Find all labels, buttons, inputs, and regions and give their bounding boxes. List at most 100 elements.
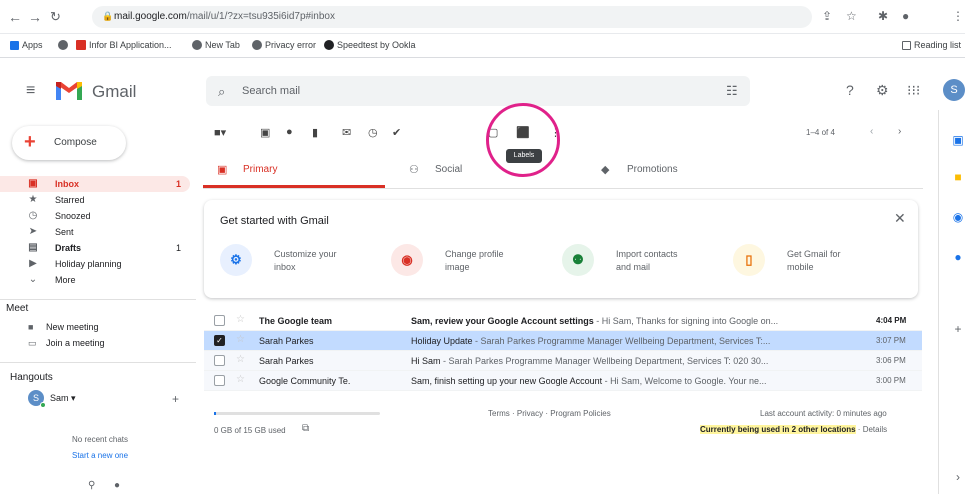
row-checkbox[interactable] — [214, 355, 225, 366]
tab-social[interactable]: ⚇ Social — [395, 156, 577, 188]
avatar[interactable]: S — [943, 79, 965, 101]
meet-header: Meet — [6, 303, 29, 314]
forward-icon[interactable]: → — [28, 9, 42, 25]
external-link-icon[interactable]: ⧉ — [302, 423, 309, 434]
expand-panel-icon[interactable]: › — [951, 470, 965, 484]
email-subject: Sam, finish setting up your new Google A… — [411, 376, 603, 386]
email-subject: Holiday Update — [411, 336, 473, 346]
getting-started-card: Get started with Gmail ✕ ⚙ Customize you… — [204, 200, 918, 298]
profile-icon[interactable]: ● — [902, 9, 909, 23]
row-checkbox[interactable] — [214, 375, 225, 386]
email-preview: - Hi Sam, Thanks for signing into Google… — [593, 316, 779, 326]
join-meeting-link[interactable]: ▭ Join a meeting — [28, 338, 105, 349]
calendar-icon[interactable]: ▣ — [951, 133, 965, 147]
gear-icon[interactable]: ⚙ — [876, 82, 889, 99]
gmail-logo-icon[interactable] — [54, 80, 84, 102]
lock-icon[interactable]: 🔒 — [102, 11, 113, 22]
sidebar-item-snoozed[interactable]: ◷ Snoozed — [0, 208, 190, 224]
star-icon[interactable]: ☆ — [236, 314, 245, 325]
person-icon[interactable]: ⚲ — [88, 480, 95, 491]
browser-menu-icon[interactable]: ⋮ — [952, 9, 964, 23]
tasks-icon[interactable]: ◉ — [951, 210, 965, 224]
star-icon[interactable]: ☆ — [236, 374, 245, 385]
sidebar-item-starred[interactable]: ★ Starred — [0, 192, 190, 208]
apps-grid-icon[interactable]: ⁝⁝⁝ — [907, 82, 920, 99]
email-row[interactable]: ✓ ☆ Sarah Parkes Holiday Update - Sarah … — [204, 331, 922, 351]
tab-primary[interactable]: ▣ Primary — [203, 156, 385, 188]
bookmark-star-icon[interactable]: ☆ — [846, 9, 857, 23]
sidebar-item-inbox[interactable]: ▣ Inbox 1 — [0, 176, 190, 192]
tag-icon: ◆ — [601, 164, 610, 176]
sidebar-item-label: Holiday planning — [55, 259, 122, 269]
tab-promotions[interactable]: ◆ Promotions — [587, 156, 769, 188]
sidebar-item-drafts[interactable]: ▤ Drafts 1 — [0, 240, 190, 256]
mark-as-read-icon[interactable]: ✉ — [342, 126, 351, 139]
tile-line2: mobile — [787, 262, 814, 272]
new-meeting-link[interactable]: ■ New meeting — [28, 322, 99, 332]
reading-list[interactable]: Reading list — [902, 40, 961, 50]
star-icon[interactable]: ☆ — [236, 334, 245, 345]
search-input[interactable]: Search mail — [242, 85, 300, 97]
snooze-icon[interactable]: ◷ — [368, 126, 378, 139]
get-addons-icon[interactable]: + — [951, 322, 965, 336]
tile-line1: Change profile — [445, 249, 504, 259]
email-row[interactable]: ☆ Google Community Te. Sam, finish setti… — [204, 371, 922, 391]
close-icon[interactable]: ✕ — [894, 210, 906, 227]
bookmark-globe[interactable] — [58, 40, 71, 50]
sidebar-item-label: Starred — [55, 195, 85, 205]
share-icon[interactable]: ⇪ — [822, 9, 832, 23]
tile-line1: Customize your — [274, 249, 337, 259]
bookmark-label: Infor BI Application... — [89, 40, 172, 50]
sidebar-item-sent[interactable]: ➤ Sent — [0, 224, 190, 240]
back-icon[interactable]: ← — [8, 9, 22, 25]
email-time: 3:06 PM — [876, 356, 906, 365]
newer-page-icon[interactable]: ‹ — [870, 126, 873, 137]
footer-links[interactable]: Terms · Privacy · Program Policies — [488, 409, 611, 418]
email-row[interactable]: ☆ The Google team Sam, review your Googl… — [204, 311, 922, 331]
bookmark-privacy-error[interactable]: Privacy error — [252, 40, 316, 50]
bookmark-new-tab[interactable]: New Tab — [192, 40, 240, 50]
plus-icon: + — [24, 131, 36, 153]
main-menu-icon[interactable]: ≡ — [26, 82, 35, 100]
help-icon[interactable]: ? — [846, 82, 854, 98]
row-checkbox[interactable]: ✓ — [214, 335, 225, 346]
email-sender: Sarah Parkes — [259, 336, 314, 346]
email-row[interactable]: ☆ Sarah Parkes Hi Sam - Sarah Parkes Pro… — [204, 351, 922, 371]
hangouts-user[interactable]: Sam ▾ — [50, 393, 76, 404]
older-page-icon[interactable]: › — [898, 126, 901, 137]
storage-fill — [214, 412, 216, 415]
contacts-icon[interactable]: ● — [951, 250, 965, 264]
bookmark-apps[interactable]: Apps — [10, 40, 43, 50]
url-text[interactable]: mail.google.com/mail/u/1/?zx=tsu935i6id7… — [114, 11, 335, 22]
search-bar[interactable]: ⌕ Search mail ☷ — [206, 76, 750, 106]
report-spam-icon[interactable]: ● — [286, 126, 293, 138]
sidebar-item-count: 1 — [176, 243, 182, 253]
star-icon[interactable]: ☆ — [236, 354, 245, 365]
archive-icon[interactable]: ▣ — [260, 126, 270, 139]
keyboard-icon: ▭ — [28, 338, 37, 348]
bookmark-label: Privacy error — [265, 40, 317, 50]
row-checkbox[interactable] — [214, 315, 225, 326]
sidebar-item-more[interactable]: ⌄ More — [0, 272, 190, 284]
chat-icon[interactable]: ● — [114, 480, 120, 491]
start-new-chat-link[interactable]: Start a new one — [72, 451, 128, 460]
compose-button[interactable]: + Compose — [12, 126, 126, 160]
keep-icon[interactable]: ■ — [951, 170, 965, 184]
search-options-icon[interactable]: ☷ — [726, 83, 738, 99]
url-path: /mail/u/1/?zx=tsu935i6id7p#inbox — [186, 11, 335, 22]
online-status-dot — [40, 402, 46, 408]
sidebar-item-holiday-planning[interactable]: ▶ Holiday planning — [0, 256, 190, 272]
draft-icon: ▤ — [28, 242, 38, 253]
details-link[interactable]: · Details — [856, 425, 887, 434]
bookmark-speedtest[interactable]: Speedtest by Ookla — [324, 40, 416, 50]
new-conversation-icon[interactable]: + — [172, 392, 179, 406]
reload-icon[interactable]: ↻ — [50, 9, 61, 25]
search-icon[interactable]: ⌕ — [218, 84, 225, 100]
tile-line2: and mail — [616, 262, 651, 272]
select-checkbox-icon[interactable]: ■▾ — [214, 126, 226, 139]
extensions-icon[interactable]: ✱ — [878, 9, 888, 23]
bookmark-infor[interactable]: Infor BI Application... — [76, 40, 172, 50]
delete-icon[interactable]: ▮ — [312, 126, 318, 139]
add-to-tasks-icon[interactable]: ✔ — [392, 126, 401, 139]
email-sender: Sarah Parkes — [259, 356, 314, 366]
